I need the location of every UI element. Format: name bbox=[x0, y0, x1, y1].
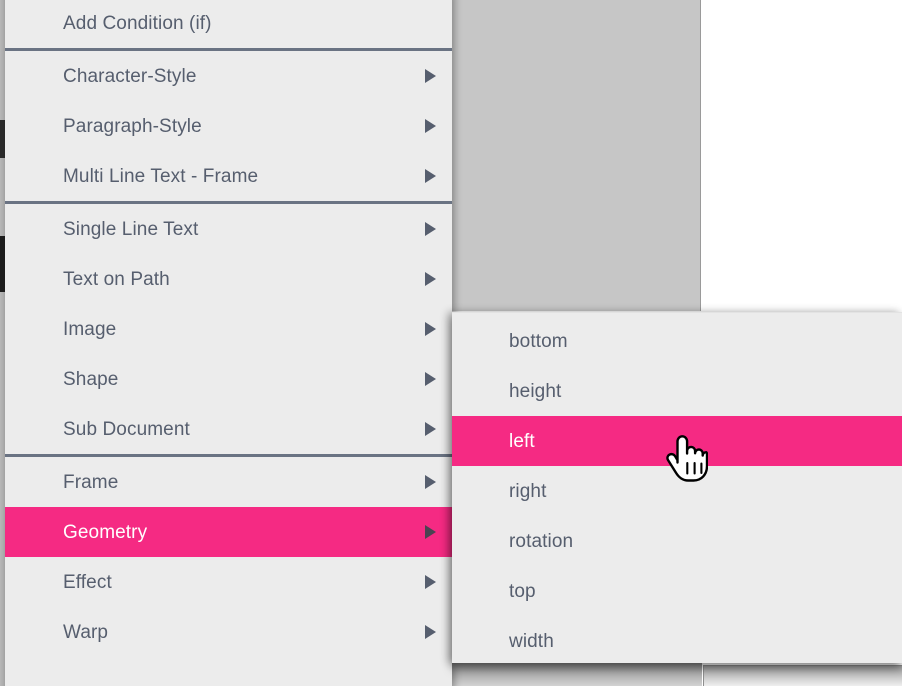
screen-root: Add Condition (if) Character-Style Parag… bbox=[0, 0, 902, 686]
menu-item-shape[interactable]: Shape bbox=[5, 354, 452, 404]
menu-item-character-style[interactable]: Character-Style bbox=[5, 51, 452, 101]
menu-group-conditions: Add Condition (if) bbox=[5, 0, 452, 48]
submenu-item-height[interactable]: height bbox=[452, 366, 902, 416]
submenu-item-right[interactable]: right bbox=[452, 466, 902, 516]
menu-group-objects: Single Line Text Text on Path Image Shap… bbox=[5, 204, 452, 454]
submenu-item-rotation[interactable]: rotation bbox=[452, 516, 902, 566]
chevron-right-icon bbox=[425, 272, 436, 286]
submenu-item-label: top bbox=[509, 580, 536, 602]
menu-item-label: Paragraph-Style bbox=[63, 115, 202, 137]
menu-item-geometry[interactable]: Geometry bbox=[5, 507, 452, 557]
menu-item-label: Shape bbox=[63, 368, 119, 390]
chevron-right-icon bbox=[425, 322, 436, 336]
background-bottom-right-panel bbox=[703, 665, 902, 686]
menu-item-label: Geometry bbox=[63, 521, 148, 543]
menu-item-label: Multi Line Text - Frame bbox=[63, 165, 259, 187]
submenu-item-label: bottom bbox=[509, 330, 568, 352]
background-bottom-bar bbox=[452, 663, 702, 686]
menu-item-label: Sub Document bbox=[63, 418, 190, 440]
chevron-right-icon bbox=[425, 119, 436, 133]
menu-item-paragraph-style[interactable]: Paragraph-Style bbox=[5, 101, 452, 151]
menu-item-label: Image bbox=[63, 318, 117, 340]
menu-item-label: Effect bbox=[63, 571, 112, 593]
geometry-submenu: bottom height left right rotation top wi… bbox=[452, 312, 902, 663]
submenu-item-label: right bbox=[509, 480, 547, 502]
chevron-right-icon bbox=[425, 525, 436, 539]
context-menu: Add Condition (if) Character-Style Parag… bbox=[5, 0, 452, 686]
menu-item-warp[interactable]: Warp bbox=[5, 607, 452, 657]
menu-item-effect[interactable]: Effect bbox=[5, 557, 452, 607]
menu-item-image[interactable]: Image bbox=[5, 304, 452, 354]
submenu-item-label: width bbox=[509, 630, 554, 652]
chevron-right-icon bbox=[425, 69, 436, 83]
menu-item-add-condition[interactable]: Add Condition (if) bbox=[5, 0, 452, 48]
submenu-item-label: height bbox=[509, 380, 562, 402]
submenu-item-width[interactable]: width bbox=[452, 616, 902, 666]
menu-item-text-on-path[interactable]: Text on Path bbox=[5, 254, 452, 304]
chevron-right-icon bbox=[425, 475, 436, 489]
menu-item-label: Add Condition (if) bbox=[63, 12, 212, 34]
chevron-right-icon bbox=[425, 625, 436, 639]
menu-item-label: Character-Style bbox=[63, 65, 197, 87]
menu-item-multi-line-text-frame[interactable]: Multi Line Text - Frame bbox=[5, 151, 452, 201]
chevron-right-icon bbox=[425, 372, 436, 386]
submenu-item-label: rotation bbox=[509, 530, 574, 552]
submenu-item-left[interactable]: left bbox=[452, 416, 902, 466]
menu-group-styles: Character-Style Paragraph-Style Multi Li… bbox=[5, 51, 452, 201]
submenu-item-label: left bbox=[509, 430, 535, 452]
submenu-item-top[interactable]: top bbox=[452, 566, 902, 616]
chevron-right-icon bbox=[425, 422, 436, 436]
menu-item-label: Frame bbox=[63, 471, 119, 493]
menu-item-label: Warp bbox=[63, 621, 109, 643]
menu-item-label: Text on Path bbox=[63, 268, 170, 290]
menu-item-sub-document[interactable]: Sub Document bbox=[5, 404, 452, 454]
menu-item-frame[interactable]: Frame bbox=[5, 457, 452, 507]
menu-item-label: Single Line Text bbox=[63, 218, 199, 240]
chevron-right-icon bbox=[425, 222, 436, 236]
chevron-right-icon bbox=[425, 575, 436, 589]
background-gray-panel bbox=[452, 0, 701, 311]
submenu-item-bottom[interactable]: bottom bbox=[452, 316, 902, 366]
chevron-right-icon bbox=[425, 169, 436, 183]
menu-item-single-line-text[interactable]: Single Line Text bbox=[5, 204, 452, 254]
menu-group-properties: Frame Geometry Effect Warp bbox=[5, 457, 452, 657]
